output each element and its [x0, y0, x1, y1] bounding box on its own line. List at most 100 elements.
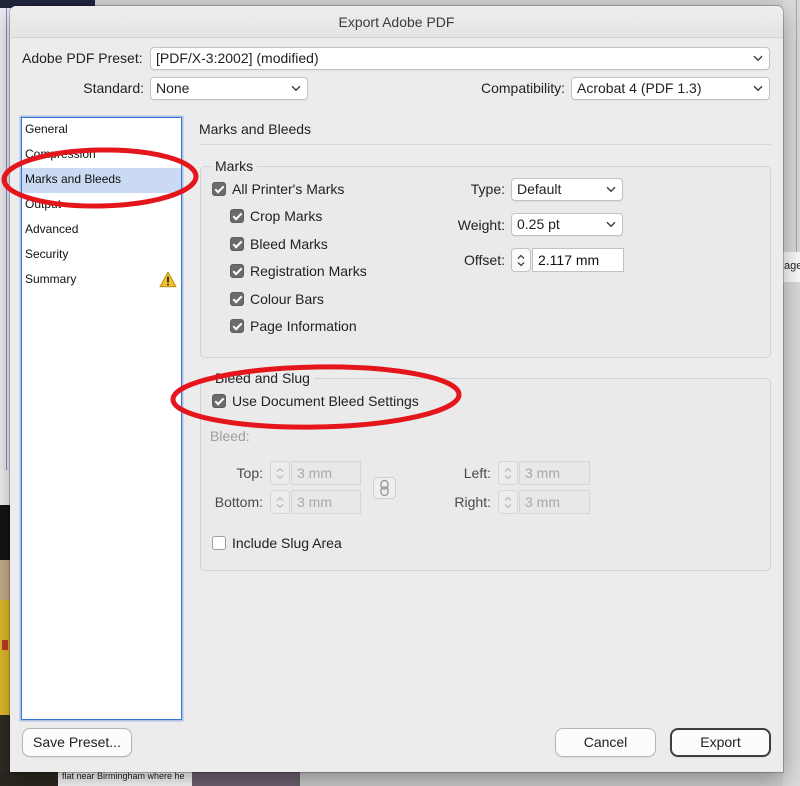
sidebar-item-compression[interactable]: Compression — [22, 143, 181, 168]
bleed-marks-checkbox[interactable] — [230, 237, 244, 251]
background-right-tab-label: age — [784, 260, 800, 272]
bleed-top-input[interactable]: 3 mm — [291, 461, 361, 485]
stepper-icon — [276, 467, 284, 480]
include-slug-area-checkbox[interactable] — [212, 536, 226, 550]
bleed-marks-label[interactable]: Bleed Marks — [250, 233, 328, 255]
link-bleed-values-button[interactable] — [373, 477, 396, 499]
bleed-left-value: 3 mm — [525, 465, 560, 481]
export-button[interactable]: Export — [670, 728, 771, 757]
page-information-checkbox[interactable] — [230, 319, 244, 333]
use-document-bleed-label[interactable]: Use Document Bleed Settings — [232, 390, 419, 412]
background-bottom-image-left — [0, 772, 58, 786]
offset-stepper[interactable] — [511, 248, 531, 272]
cancel-button[interactable]: Cancel — [555, 728, 656, 757]
sidebar-item-label: Advanced — [25, 222, 79, 236]
stepper-icon — [504, 467, 512, 480]
all-printers-marks-label[interactable]: All Printer's Marks — [232, 178, 344, 200]
preset-value: [PDF/X-3:2002] (modified) — [156, 50, 319, 66]
offset-input[interactable]: 2.117 mm — [532, 248, 624, 272]
chevron-down-icon — [291, 85, 301, 92]
save-preset-button[interactable]: Save Preset... — [22, 728, 132, 757]
chain-link-icon — [380, 479, 389, 497]
background-left-line — [6, 8, 7, 470]
offset-value: 2.117 mm — [538, 252, 600, 268]
sidebar-item-label: Summary — [25, 272, 77, 286]
bleed-label: Bleed: — [210, 428, 250, 444]
sidebar-item-output[interactable]: Output — [22, 193, 181, 218]
background-left-image-tan — [0, 560, 10, 600]
marks-group-title: Marks — [211, 157, 258, 175]
sidebar-item-label: Output — [25, 197, 62, 211]
bleed-bottom-label: Bottom: — [214, 494, 263, 510]
background-left-image-light — [0, 470, 10, 505]
category-list[interactable]: General Compression Marks and Bleeds Out… — [21, 117, 182, 720]
panel-divider — [199, 144, 771, 145]
bleed-top-value: 3 mm — [297, 465, 332, 481]
chevron-down-icon — [606, 221, 616, 228]
sidebar-item-marks-and-bleeds[interactable]: Marks and Bleeds — [22, 168, 181, 193]
crop-marks-checkbox[interactable] — [230, 209, 244, 223]
include-slug-area-label[interactable]: Include Slug Area — [232, 532, 342, 554]
compatibility-select[interactable]: Acrobat 4 (PDF 1.3) — [571, 77, 770, 100]
bleed-right-field[interactable]: 3 mm — [498, 490, 590, 514]
bleed-top-stepper[interactable] — [270, 461, 290, 485]
all-printers-marks-checkbox[interactable] — [212, 182, 226, 196]
bleed-bottom-field[interactable]: 3 mm — [270, 490, 361, 514]
weight-select[interactable]: 0.25 pt — [511, 213, 623, 236]
standard-label: Standard: — [83, 80, 144, 96]
background-right-line — [796, 0, 797, 252]
sidebar-item-label: General — [25, 122, 68, 136]
chevron-down-icon — [753, 55, 763, 62]
bleed-bottom-input[interactable]: 3 mm — [291, 490, 361, 514]
offset-label: Offset: — [464, 252, 505, 268]
type-label: Type: — [470, 181, 505, 197]
sidebar-item-label: Marks and Bleeds — [25, 172, 122, 186]
sidebar-item-advanced[interactable]: Advanced — [22, 218, 181, 243]
standard-value: None — [156, 80, 190, 96]
stepper-icon — [276, 496, 284, 509]
registration-marks-checkbox[interactable] — [230, 264, 244, 278]
sidebar-item-summary[interactable]: Summary — [22, 268, 181, 293]
bleed-left-stepper[interactable] — [498, 461, 518, 485]
bleed-right-value: 3 mm — [525, 494, 560, 510]
offset-field[interactable]: 2.117 mm — [511, 248, 624, 272]
bleed-left-label: Left: — [463, 465, 491, 481]
preset-select[interactable]: [PDF/X-3:2002] (modified) — [150, 47, 770, 70]
bleed-right-stepper[interactable] — [498, 490, 518, 514]
sidebar-item-security[interactable]: Security — [22, 243, 181, 268]
stepper-icon — [504, 496, 512, 509]
warning-icon — [159, 271, 177, 288]
compatibility-value: Acrobat 4 (PDF 1.3) — [577, 80, 702, 96]
export-pdf-dialog: Export Adobe PDF Adobe PDF Preset: [PDF/… — [10, 6, 783, 772]
weight-label: Weight: — [457, 217, 505, 233]
title-bar: Export Adobe PDF — [10, 6, 783, 38]
chevron-down-icon — [753, 85, 763, 92]
background-right-panel — [783, 0, 800, 786]
bleed-top-field[interactable]: 3 mm — [270, 461, 361, 485]
background-bottom-image-right — [192, 772, 300, 786]
sidebar-item-general[interactable]: General — [22, 118, 181, 143]
use-document-bleed-checkbox[interactable] — [212, 394, 226, 408]
crop-marks-label[interactable]: Crop Marks — [250, 205, 322, 227]
bleed-left-field[interactable]: 3 mm — [498, 461, 590, 485]
type-select[interactable]: Default — [511, 178, 623, 201]
background-left-image-yellow — [0, 600, 10, 715]
bleed-right-input[interactable]: 3 mm — [519, 490, 590, 514]
type-value: Default — [517, 181, 562, 197]
background-bottom-text: flat near Birmingham where he — [62, 772, 185, 781]
panel-title: Marks and Bleeds — [199, 121, 312, 137]
preset-label: Adobe PDF Preset: — [22, 50, 143, 66]
colour-bars-label[interactable]: Colour Bars — [250, 288, 324, 310]
compatibility-label: Compatibility: — [480, 80, 565, 96]
registration-marks-label[interactable]: Registration Marks — [250, 260, 367, 282]
background-right-tab: age — [783, 252, 800, 282]
standard-select[interactable]: None — [150, 77, 308, 100]
bleed-bottom-stepper[interactable] — [270, 490, 290, 514]
background-bottom-text-column: flat near Birmingham where he — [58, 772, 192, 786]
colour-bars-checkbox[interactable] — [230, 292, 244, 306]
bleed-left-input[interactable]: 3 mm — [519, 461, 590, 485]
page-information-label[interactable]: Page Information — [250, 315, 357, 337]
bleed-and-slug-group-title: Bleed and Slug — [211, 369, 314, 387]
sidebar-item-label: Compression — [25, 147, 96, 161]
background-left-page — [0, 8, 10, 470]
